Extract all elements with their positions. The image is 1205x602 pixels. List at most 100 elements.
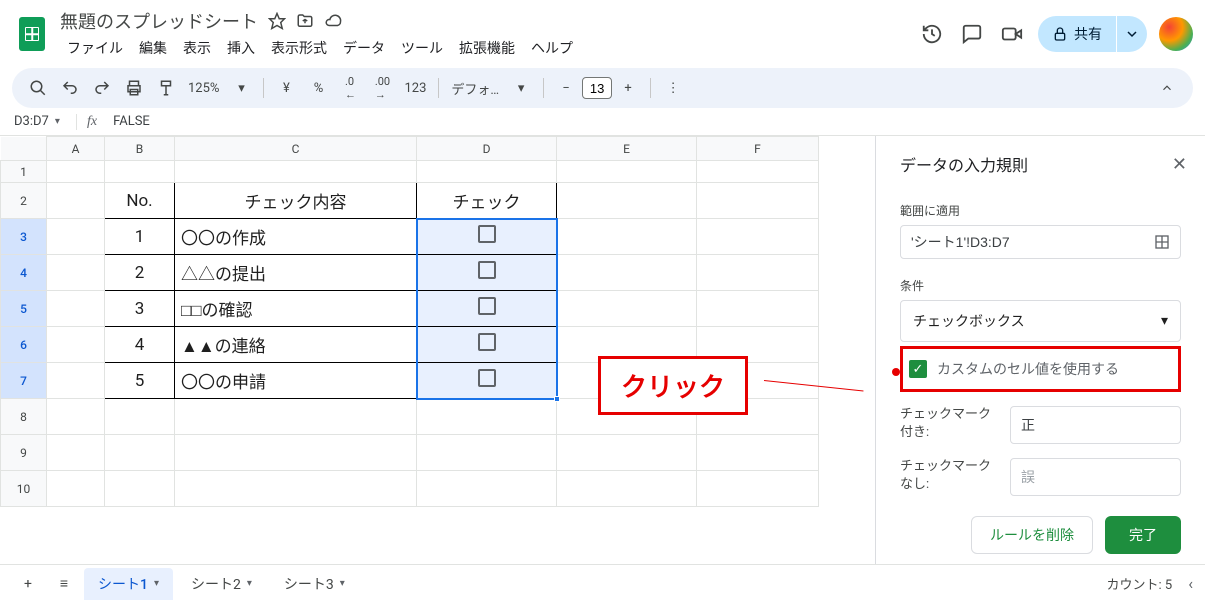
tab-dropdown-icon[interactable]: ▾: [247, 578, 252, 589]
share-button[interactable]: 共有: [1038, 16, 1116, 52]
avatar[interactable]: [1159, 17, 1193, 51]
table-header-no[interactable]: No.: [105, 183, 175, 219]
print-icon[interactable]: [120, 74, 148, 102]
collapse-toolbar-icon[interactable]: [1153, 74, 1181, 102]
history-icon[interactable]: [918, 20, 946, 48]
tab-dropdown-icon[interactable]: ▾: [340, 578, 345, 589]
checked-checkbox-icon[interactable]: ✓: [909, 360, 927, 378]
table-row[interactable]: 〇〇の作成: [175, 219, 417, 255]
checkbox-cell[interactable]: [417, 291, 557, 327]
sheet-tab-1[interactable]: シート1 ▾: [84, 568, 173, 600]
delete-rule-button[interactable]: ルールを削除: [971, 516, 1093, 554]
font-size-input[interactable]: [582, 77, 612, 99]
table-header-check[interactable]: チェック: [417, 183, 557, 219]
checkbox-cell[interactable]: [417, 327, 557, 363]
row-header-7[interactable]: 7: [1, 363, 47, 399]
row-header-9[interactable]: 9: [1, 435, 47, 471]
sheet-tab-3[interactable]: シート3 ▾: [270, 568, 359, 600]
currency-button[interactable]: ¥: [272, 74, 300, 102]
zoom-dropdown-icon[interactable]: ▾: [227, 74, 255, 102]
star-icon[interactable]: [268, 12, 286, 30]
col-header-c[interactable]: C: [175, 137, 417, 161]
font-size-minus[interactable]: −: [552, 74, 580, 102]
table-row[interactable]: △△の提出: [175, 255, 417, 291]
undo-icon[interactable]: [56, 74, 84, 102]
menu-data[interactable]: データ: [336, 36, 392, 60]
decrease-decimal-button[interactable]: .0←: [336, 74, 364, 102]
menu-edit[interactable]: 編集: [132, 36, 174, 60]
app-logo[interactable]: [12, 14, 52, 54]
row-header-1[interactable]: 1: [1, 161, 47, 183]
table-row[interactable]: 3: [105, 291, 175, 327]
comment-icon[interactable]: [958, 20, 986, 48]
table-row[interactable]: 4: [105, 327, 175, 363]
sheet-tab-2[interactable]: シート2 ▾: [177, 568, 266, 600]
search-icon[interactable]: [24, 74, 52, 102]
table-row[interactable]: 1: [105, 219, 175, 255]
all-sheets-button[interactable]: ≡: [48, 568, 80, 600]
redo-icon[interactable]: [88, 74, 116, 102]
format-123-button[interactable]: 123: [400, 74, 430, 102]
table-row[interactable]: □□の確認: [175, 291, 417, 327]
more-toolbar-icon[interactable]: ⋮: [659, 74, 687, 102]
menu-view[interactable]: 表示: [176, 36, 218, 60]
menu-extensions[interactable]: 拡張機能: [452, 36, 522, 60]
selection-handle[interactable]: [554, 396, 560, 402]
menu-insert[interactable]: 挿入: [220, 36, 262, 60]
tab-dropdown-icon[interactable]: ▾: [154, 578, 159, 589]
checkbox-icon[interactable]: [478, 369, 496, 387]
close-icon[interactable]: ✕: [1172, 154, 1187, 175]
row-header-2[interactable]: 2: [1, 183, 47, 219]
table-row[interactable]: 2: [105, 255, 175, 291]
meet-icon[interactable]: [998, 20, 1026, 48]
range-input[interactable]: [911, 234, 1146, 250]
row-header-10[interactable]: 10: [1, 471, 47, 507]
col-header-a[interactable]: A: [47, 137, 105, 161]
grid-select-icon[interactable]: [1154, 234, 1170, 250]
move-folder-icon[interactable]: [296, 12, 314, 30]
checkbox-cell[interactable]: [417, 363, 557, 399]
add-sheet-button[interactable]: +: [12, 568, 44, 600]
menu-format[interactable]: 表示形式: [264, 36, 334, 60]
menu-file[interactable]: ファイル: [60, 36, 130, 60]
checkbox-icon[interactable]: [478, 225, 496, 243]
table-row[interactable]: 〇〇の申請: [175, 363, 417, 399]
table-row[interactable]: ▲▲の連絡: [175, 327, 417, 363]
percent-button[interactable]: %: [304, 74, 332, 102]
increase-decimal-button[interactable]: .00→: [368, 74, 396, 102]
row-header-4[interactable]: 4: [1, 255, 47, 291]
table-header-content[interactable]: チェック内容: [175, 183, 417, 219]
row-header-3[interactable]: 3: [1, 219, 47, 255]
select-all-corner[interactable]: [1, 137, 47, 161]
cloud-icon[interactable]: [324, 12, 342, 30]
checkbox-icon[interactable]: [478, 261, 496, 279]
unchecked-value-input[interactable]: 誤: [1010, 458, 1181, 496]
formula-bar[interactable]: FALSE: [107, 114, 150, 129]
custom-cell-value-checkbox-row[interactable]: ✓ カスタムのセル値を使用する: [900, 346, 1181, 392]
col-header-f[interactable]: F: [697, 137, 819, 161]
font-size-plus[interactable]: +: [614, 74, 642, 102]
font-dropdown-icon[interactable]: ▾: [507, 74, 535, 102]
name-box-dropdown-icon[interactable]: ▾: [55, 116, 60, 127]
font-family-select[interactable]: デフォ…: [447, 74, 503, 102]
checkbox-cell[interactable]: [417, 219, 557, 255]
menu-tools[interactable]: ツール: [394, 36, 450, 60]
menu-help[interactable]: ヘルプ: [524, 36, 580, 60]
zoom-value[interactable]: 125%: [184, 74, 223, 102]
checkbox-icon[interactable]: [478, 333, 496, 351]
condition-select[interactable]: チェックボックス ▾: [900, 300, 1181, 342]
share-dropdown[interactable]: [1117, 16, 1147, 52]
checkbox-icon[interactable]: [478, 297, 496, 315]
col-header-e[interactable]: E: [557, 137, 697, 161]
done-button[interactable]: 完了: [1105, 516, 1181, 554]
checkbox-cell[interactable]: [417, 255, 557, 291]
row-header-8[interactable]: 8: [1, 399, 47, 435]
col-header-b[interactable]: B: [105, 137, 175, 161]
spreadsheet-grid[interactable]: A B C D E F 1 2 No. チェック内容 チェック 3: [0, 136, 875, 564]
explore-chevron-icon[interactable]: ‹: [1188, 574, 1193, 593]
row-header-6[interactable]: 6: [1, 327, 47, 363]
table-row[interactable]: 5: [105, 363, 175, 399]
paint-format-icon[interactable]: [152, 74, 180, 102]
row-header-5[interactable]: 5: [1, 291, 47, 327]
range-input-wrap[interactable]: [900, 225, 1181, 259]
